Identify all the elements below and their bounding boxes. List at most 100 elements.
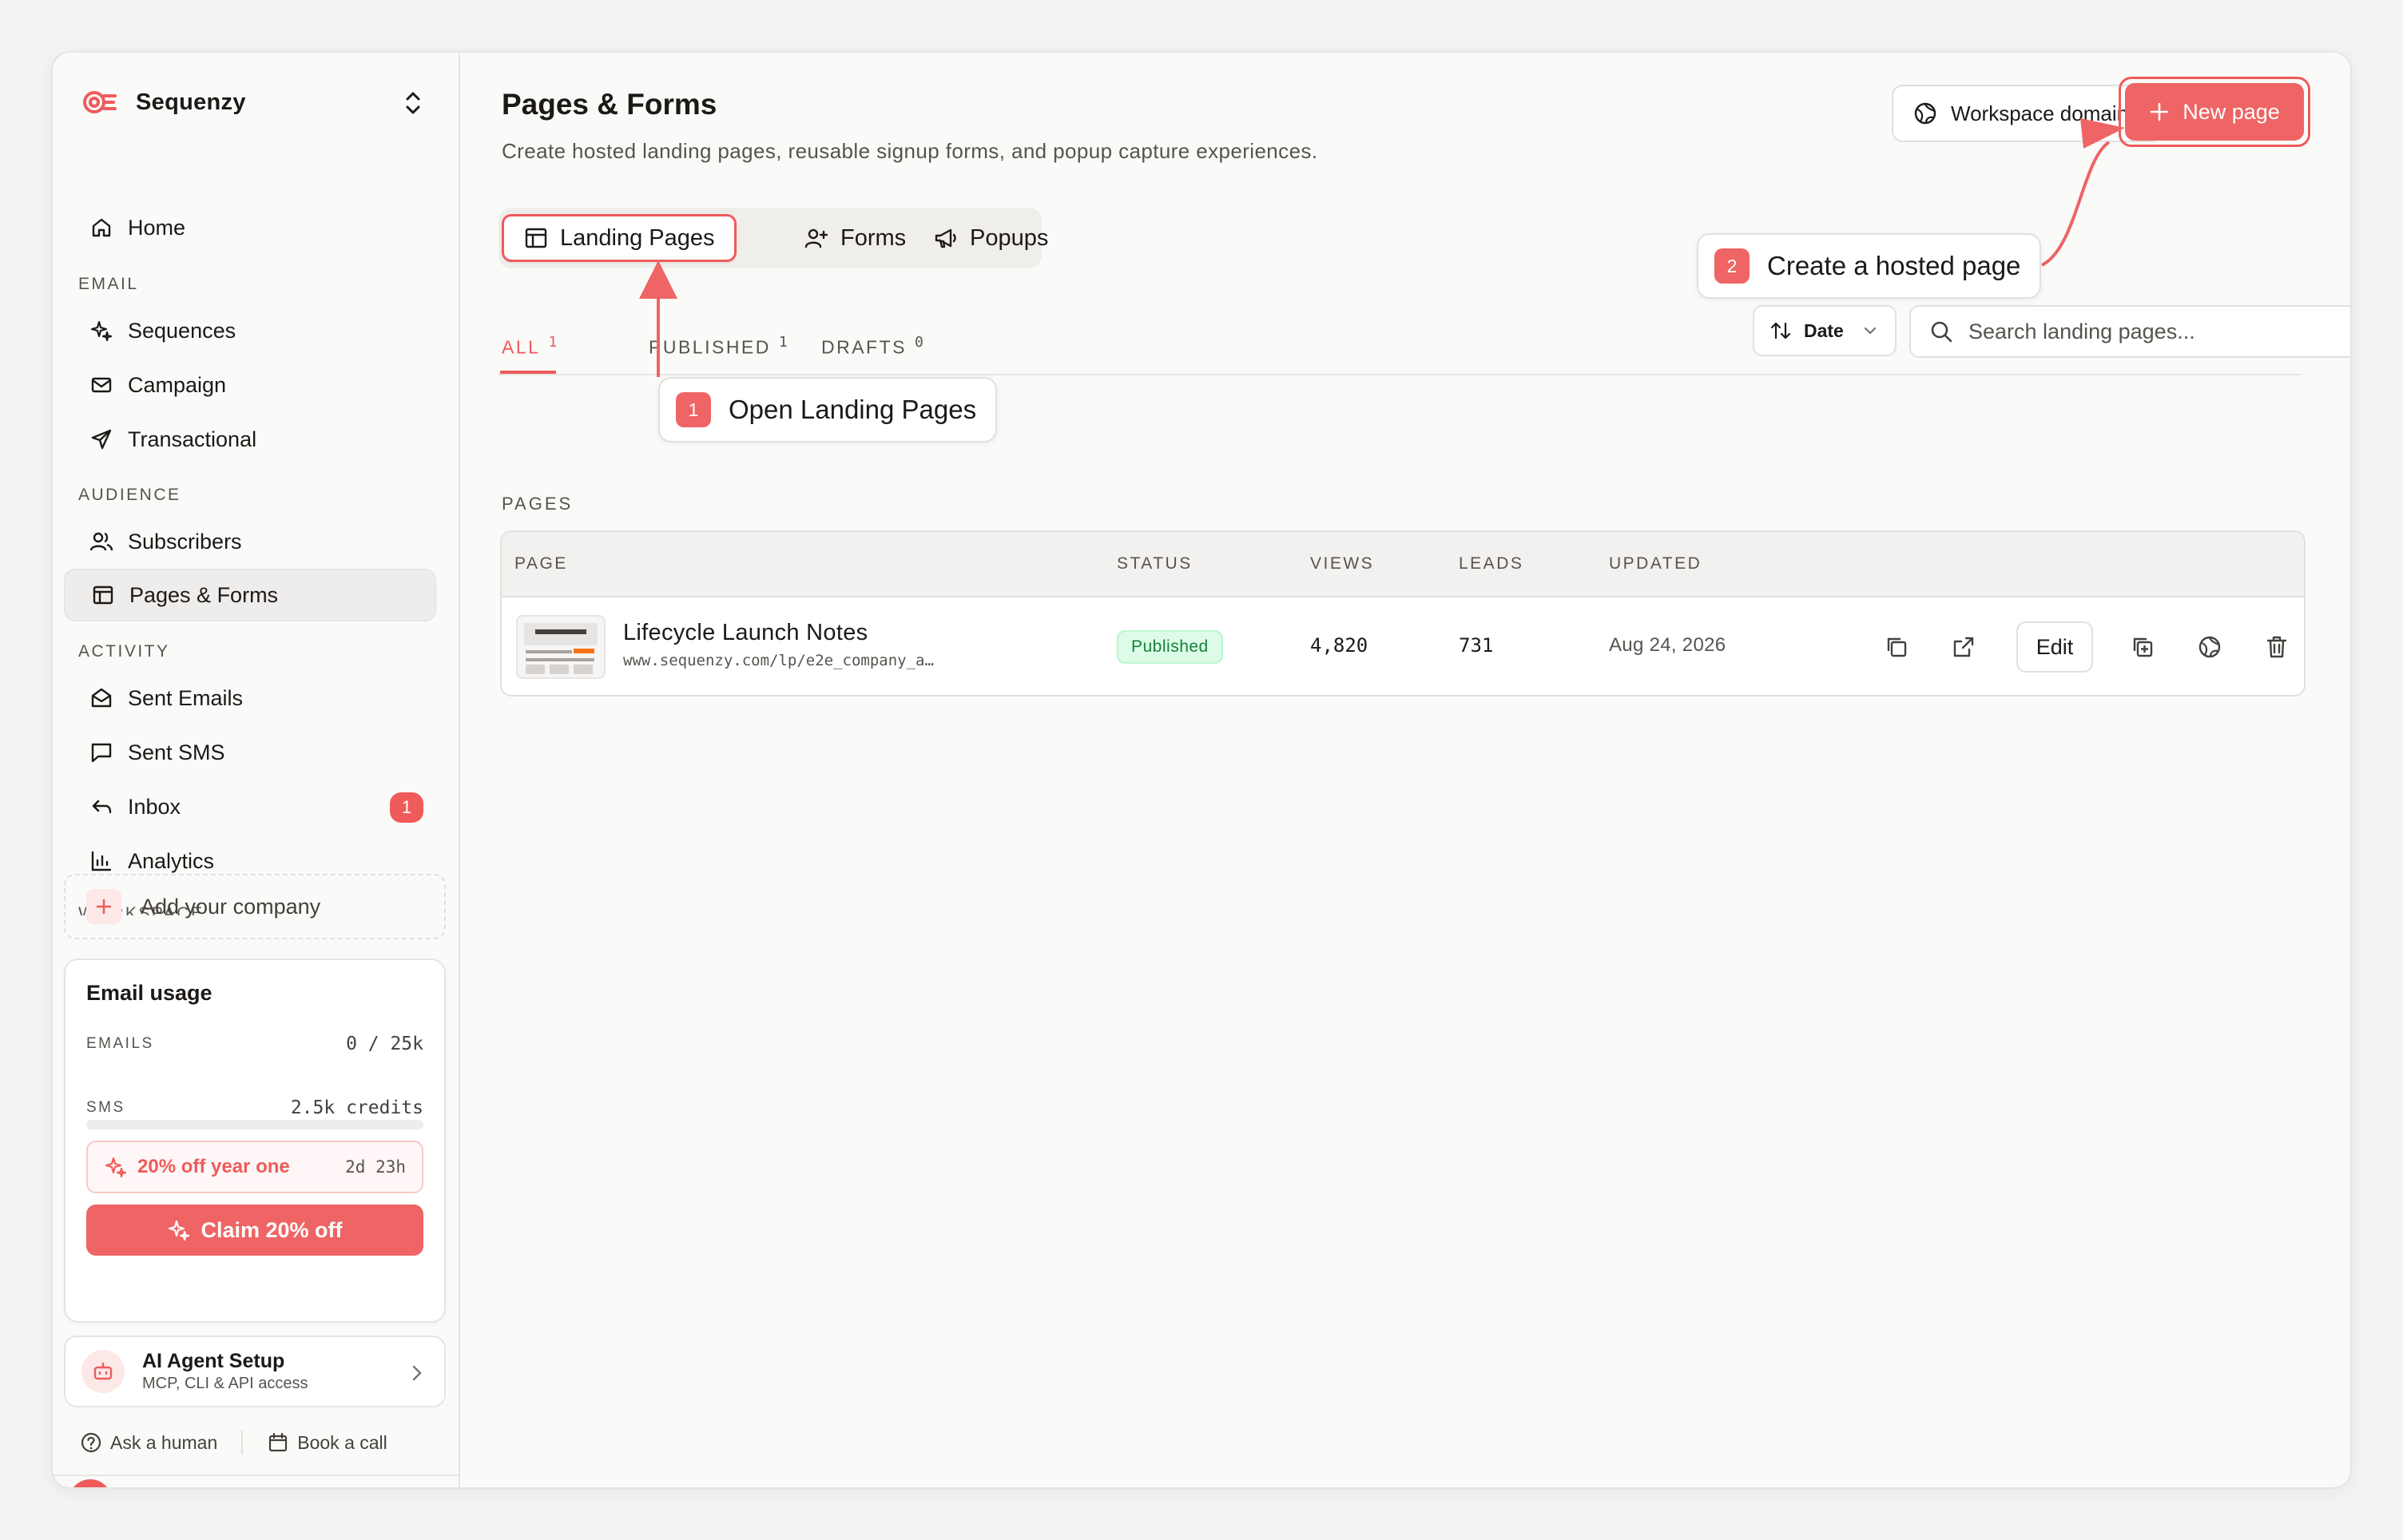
usage-sms-value: 2.5k credits	[290, 1097, 423, 1118]
bot-icon	[81, 1350, 125, 1393]
search-box	[1909, 305, 2350, 358]
search-input[interactable]	[1968, 319, 2336, 344]
new-page-button[interactable]: New page	[2125, 83, 2304, 141]
inbox-count-badge: 1	[390, 792, 423, 823]
filter-published-count: 1	[778, 334, 788, 351]
usage-sms-row: SMS 2.5k credits	[86, 1097, 423, 1118]
new-page-label: New page	[2183, 99, 2280, 124]
domain-button[interactable]	[2194, 631, 2226, 663]
send-icon	[91, 429, 112, 450]
callout-text: Create a hosted page	[1767, 251, 2021, 280]
edit-button[interactable]: Edit	[2016, 621, 2093, 673]
copy-link-button[interactable]	[1881, 631, 1912, 663]
filter-drafts[interactable]: DRAFTS 0	[821, 334, 923, 359]
filter-drafts-label: DRAFTS	[821, 336, 907, 358]
message-square-icon	[91, 743, 112, 763]
sidebar-item-label: Sequences	[128, 318, 236, 343]
callout-create-hosted-page: 2 Create a hosted page	[1697, 233, 2042, 299]
usage-card: Email usage EMAILS 0 / 25k SMS 2.5k cred…	[64, 959, 446, 1323]
sidebar-item-sequences[interactable]: Sequences	[64, 304, 436, 357]
tab-landing-pages[interactable]: Landing Pages	[502, 214, 737, 262]
sparkles-icon	[105, 1157, 127, 1178]
usage-emails-value: 0 / 25k	[346, 1034, 423, 1054]
duplicate-button[interactable]	[2127, 631, 2159, 663]
sort-select[interactable]: Date	[1753, 305, 1897, 356]
ask-human-link[interactable]: Ask a human	[80, 1431, 217, 1454]
book-call-link[interactable]: Book a call	[267, 1431, 387, 1454]
tab-forms[interactable]: Forms	[804, 214, 906, 262]
main-content: Pages & Forms Create hosted landing page…	[462, 53, 2350, 1487]
filter-divider	[498, 374, 2301, 375]
sparkles-icon	[90, 320, 113, 342]
page-subtitle: Create hosted landing pages, reusable si…	[502, 139, 1318, 163]
filter-all-count: 1	[548, 334, 558, 351]
sidebar-item-inbox[interactable]: Inbox 1	[64, 780, 436, 833]
callout-number: 1	[676, 392, 711, 427]
page-title-cell[interactable]: Lifecycle Launch Notes	[623, 620, 868, 646]
sidebar: Sequenzy Home EMAIL Sequences Campaign T…	[53, 53, 460, 1487]
search-icon	[1931, 321, 1952, 343]
agent-title: AI Agent Setup	[142, 1350, 285, 1372]
sidebar-item-subscribers[interactable]: Subscribers	[64, 515, 436, 568]
callout-text: Open Landing Pages	[729, 395, 977, 424]
filter-drafts-count: 0	[915, 334, 923, 351]
sidebar-item-label: Subscribers	[128, 529, 242, 554]
col-status: STATUS	[1117, 554, 1193, 573]
promo-text: 20% off year one	[137, 1156, 290, 1177]
help-circle-icon	[81, 1432, 101, 1453]
usage-sms-label: SMS	[86, 1099, 125, 1116]
sidebar-item-label: Pages & Forms	[129, 582, 279, 607]
views-cell: 4,820	[1310, 634, 1368, 657]
usage-emails-progress	[86, 1120, 423, 1129]
status-badge: Published	[1117, 630, 1223, 664]
page-thumbnail	[516, 615, 606, 679]
trash-icon	[2266, 636, 2287, 658]
filter-all-label: ALL	[502, 336, 541, 358]
add-company-button[interactable]: Add your company	[64, 874, 446, 939]
sidebar-footer	[53, 1475, 460, 1487]
sidebar-item-campaign[interactable]: Campaign	[64, 359, 436, 411]
filter-all[interactable]: ALL 1	[502, 334, 557, 359]
chevron-right-icon	[412, 1365, 422, 1381]
delete-button[interactable]	[2261, 631, 2293, 663]
pages-table: PAGE STATUS VIEWS LEADS UPDATED Lifecycl…	[500, 530, 2306, 697]
col-views: VIEWS	[1310, 554, 1375, 573]
section-email: EMAIL	[78, 275, 139, 293]
page-title: Pages & Forms	[502, 88, 717, 121]
brand-name: Sequenzy	[136, 89, 246, 115]
col-updated: UPDATED	[1609, 554, 1702, 573]
page-url-cell: www.sequenzy.com/lp/e2e_company_a…	[623, 652, 934, 669]
filter-published[interactable]: PUBLISHED 1	[649, 334, 788, 359]
col-page: PAGE	[514, 554, 568, 573]
workspace-switcher[interactable]: Sequenzy	[80, 80, 431, 125]
external-link-icon	[1953, 637, 1974, 657]
sidebar-item-home[interactable]: Home	[64, 201, 436, 254]
add-company-label: Add your company	[141, 894, 321, 919]
user-plus-icon	[804, 228, 828, 248]
claim-discount-button[interactable]: Claim 20% off	[86, 1205, 423, 1256]
sequenzy-logo-icon	[83, 91, 117, 113]
sidebar-item-sent-sms[interactable]: Sent SMS	[64, 726, 436, 779]
open-external-button[interactable]	[1948, 631, 1980, 663]
help-divider	[241, 1431, 244, 1455]
claim-label: Claim 20% off	[201, 1217, 343, 1242]
sidebar-item-label: Home	[128, 215, 186, 240]
sidebar-item-transactional[interactable]: Transactional	[64, 413, 436, 466]
usage-title: Email usage	[86, 981, 212, 1005]
table-header: PAGE STATUS VIEWS LEADS UPDATED	[502, 532, 2304, 597]
sidebar-item-sent-emails[interactable]: Sent Emails	[64, 672, 436, 724]
usage-emails-row: EMAILS 0 / 25k	[86, 1034, 423, 1054]
usage-emails-label: EMAILS	[86, 1035, 154, 1052]
sparkles-icon	[169, 1220, 190, 1241]
tab-label: Forms	[840, 224, 907, 251]
promo-banner[interactable]: 20% off year one 2d 23h	[86, 1141, 423, 1193]
section-audience: AUDIENCE	[78, 486, 181, 504]
tab-popups[interactable]: Popups	[933, 214, 1048, 262]
ai-agent-setup-card[interactable]: AI Agent Setup MCP, CLI & API access	[64, 1336, 446, 1407]
agent-subtitle: MCP, CLI & API access	[142, 1375, 308, 1392]
mail-icon	[91, 377, 112, 393]
chevron-up-down-icon	[406, 92, 420, 114]
sidebar-item-pages-forms[interactable]: Pages & Forms	[64, 569, 436, 621]
filter-published-label: PUBLISHED	[649, 336, 771, 358]
sort-value: Date	[1804, 320, 1844, 341]
